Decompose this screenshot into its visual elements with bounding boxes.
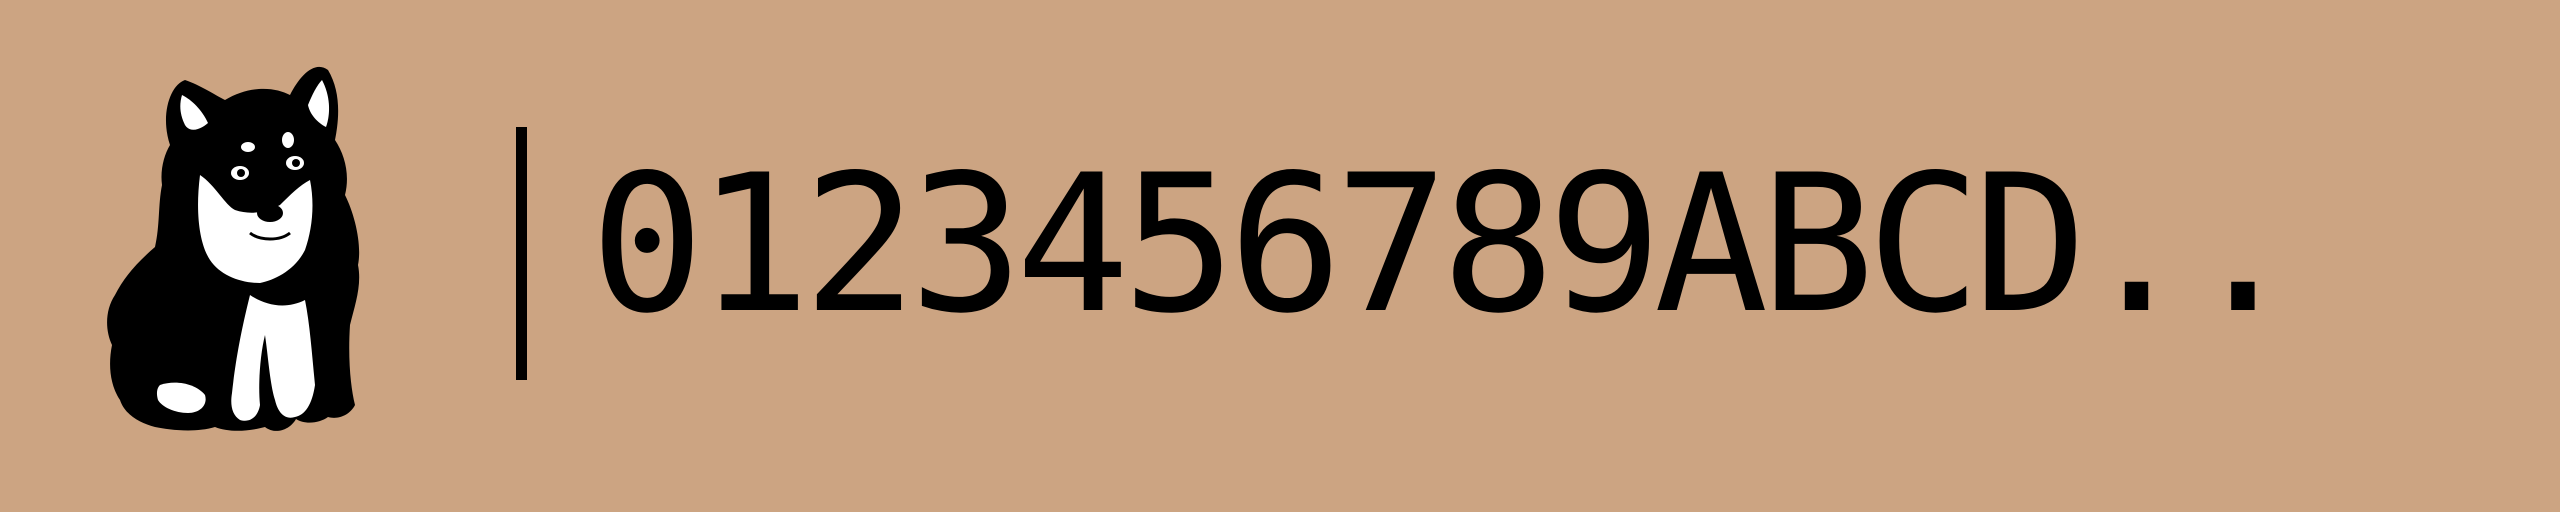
font-sample-text: 0123456789ABCD.. xyxy=(590,134,2300,355)
font-banner: 0123456789ABCD.. xyxy=(0,0,2560,512)
divider-line xyxy=(516,127,527,380)
puppy-icon xyxy=(107,66,360,431)
